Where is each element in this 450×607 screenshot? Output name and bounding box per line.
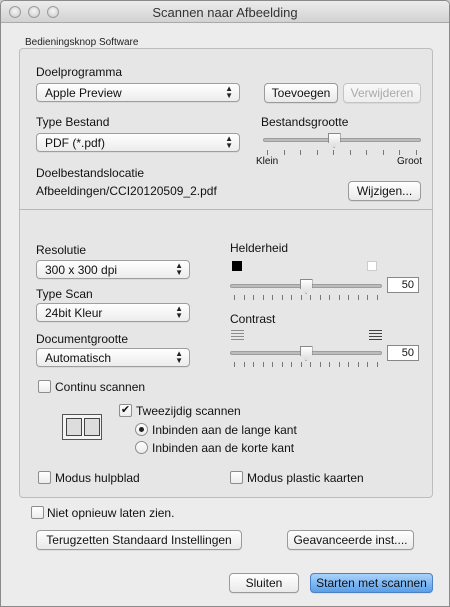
destination-path: Afbeeldingen/CCI20120509_2.pdf [36,184,217,198]
low-contrast-icon [231,330,244,341]
short-edge-label: Inbinden aan de korte kant [152,441,295,455]
file-type-select[interactable]: PDF (*.pdf) ▲ ▼ [36,133,240,152]
destination-label: Doelbestandslocatie [36,166,145,180]
doc-size-label: Documentgrootte [36,332,129,346]
scan-type-value: 24bit Kleur [45,306,103,320]
high-contrast-icon [369,330,382,341]
dark-swatch-icon [232,261,242,271]
short-edge-radio[interactable] [135,441,148,454]
popup-arrows-icon: ▲ ▼ [225,134,233,150]
title-bar[interactable]: Scannen naar Afbeelding [1,1,449,23]
popup-arrows-icon: ▲ ▼ [175,261,183,277]
resolution-value: 300 x 300 dpi [45,263,118,277]
dont-show-label: Niet opnieuw laten zien. [47,506,175,520]
add-button[interactable]: Toevoegen [264,83,338,103]
plastic-card-label: Modus plastic kaarten [247,471,364,485]
section-label: Bedieningsknop Software [25,37,139,48]
brightness-label: Helderheid [230,241,289,255]
popup-arrows-icon: ▲ ▼ [225,84,233,100]
long-edge-label: Inbinden aan de lange kant [152,423,297,437]
scan-type-label: Type Scan [36,287,93,301]
section-divider [19,209,433,210]
brightness-ticks [234,295,378,301]
long-edge-radio[interactable] [135,423,148,436]
doc-size-select[interactable]: Automatisch ▲ ▼ [36,348,190,367]
start-scan-button[interactable]: Starten met scannen [310,573,433,593]
file-size-ticks [267,150,417,156]
brightness-value-field[interactable]: 50 [387,277,419,293]
file-size-track[interactable] [263,138,421,142]
contrast-ticks [234,362,378,368]
advanced-settings-button[interactable]: Geavanceerde inst.... [287,530,414,550]
target-app-value: Apple Preview [45,86,122,100]
scan-type-select[interactable]: 24bit Kleur ▲ ▼ [36,303,190,322]
target-app-select[interactable]: Apple Preview ▲ ▼ [36,83,240,102]
close-button[interactable]: Sluiten [229,573,299,593]
reset-defaults-button[interactable]: Terugzetten Standaard Instellingen [36,530,242,550]
popup-arrows-icon: ▲ ▼ [175,304,183,320]
dialog-window: Scannen naar Afbeelding Bedieningsknop S… [0,0,450,607]
window-title: Scannen naar Afbeelding [152,5,298,20]
file-size-min-label: Klein [256,156,279,167]
carrier-sheet-checkbox[interactable] [38,471,51,484]
duplex-scan-icon [62,414,102,440]
popup-arrows-icon: ▲ ▼ [175,349,183,365]
carrier-sheet-label: Modus hulpblad [55,471,140,485]
contrast-value-field[interactable]: 50 [387,345,419,361]
dont-show-checkbox[interactable] [31,506,44,519]
plastic-card-checkbox[interactable] [230,471,243,484]
continuous-scan-checkbox[interactable] [38,380,51,393]
file-size-max-label: Groot [397,156,423,167]
doc-size-value: Automatisch [45,351,112,365]
target-app-label: Doelprogramma [36,65,123,79]
remove-button[interactable]: Verwijderen [343,83,421,103]
file-type-value: PDF (*.pdf) [45,136,106,150]
resolution-label: Resolutie [36,243,87,257]
file-type-label: Type Bestand [36,115,110,129]
duplex-checkbox[interactable]: ✔ [119,404,132,417]
file-size-label: Bestandsgrootte [261,115,349,129]
continuous-scan-label: Continu scannen [55,380,146,394]
duplex-label: Tweezijdig scannen [136,404,241,418]
resolution-select[interactable]: 300 x 300 dpi ▲ ▼ [36,260,190,279]
change-location-button[interactable]: Wijzigen... [348,181,421,201]
contrast-label: Contrast [230,312,276,326]
checkmark-icon: ✔ [120,404,131,416]
light-swatch-icon [367,261,377,271]
